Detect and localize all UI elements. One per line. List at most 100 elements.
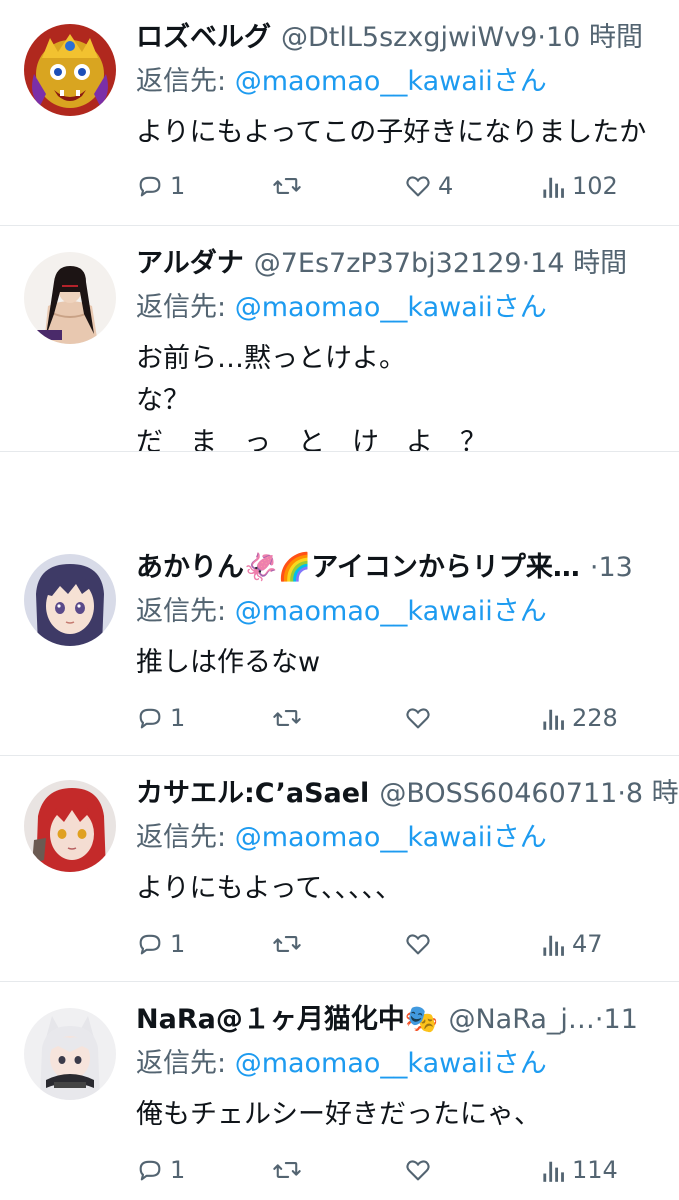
tweet-header: アルダナ @7Es7zP37bj32129·14 時間: [136, 244, 679, 284]
like-button[interactable]: [404, 698, 438, 738]
tweet[interactable]: あかりん🦑🌈アイコンからリプ来… ·13 返信先: @maomao__kawaii…: [0, 530, 679, 756]
reply-count: 1: [170, 704, 186, 732]
tweet-text: よりにもよって、、、、、: [136, 873, 402, 904]
reply-mention-link[interactable]: @maomao__kawaii: [235, 596, 493, 627]
reply-prefix: 返信先:: [136, 822, 235, 853]
action-bar: 1 47: [136, 924, 656, 964]
like-button[interactable]: [404, 924, 438, 964]
retweet-button[interactable]: [272, 924, 308, 964]
reply-count: 1: [170, 930, 186, 958]
display-name[interactable]: カサエル:C’aSael: [136, 778, 369, 809]
tweet-header: あかりん🦑🌈アイコンからリプ来… ·13: [136, 548, 679, 588]
timestamp[interactable]: 11: [604, 1004, 638, 1035]
reply-icon: [136, 930, 164, 958]
reply-button[interactable]: 1: [136, 698, 185, 738]
views-count: 47: [572, 930, 603, 958]
reply-mention-link[interactable]: @maomao__kawaii: [235, 1048, 493, 1079]
heart-icon: [404, 704, 432, 732]
reply-button[interactable]: 1: [136, 924, 185, 964]
action-bar: 1 4 102: [136, 166, 656, 206]
reply-button[interactable]: 1: [136, 166, 185, 206]
reply-icon: [136, 1156, 164, 1184]
separator-dot: ·: [537, 22, 546, 53]
reply-prefix: 返信先:: [136, 1048, 235, 1079]
reply-prefix: 返信先:: [136, 292, 235, 323]
user-handle[interactable]: @NaRa_j…: [448, 1004, 594, 1035]
reply-icon: [136, 704, 164, 732]
user-handle[interactable]: @BOSS60460711: [379, 778, 617, 809]
tweet-header: ロズベルグ @DtlL5szxgjwiWv9·10 時間: [136, 18, 679, 58]
display-name[interactable]: アルダナ: [136, 248, 244, 279]
heart-icon: [404, 172, 432, 200]
reply-count: 1: [170, 172, 186, 200]
retweet-icon: [272, 930, 302, 958]
action-bar: 1 228: [136, 698, 656, 738]
views-button[interactable]: 114: [542, 1150, 618, 1190]
action-bar: 1 114: [136, 1150, 656, 1190]
avatar[interactable]: [24, 24, 116, 116]
reply-context: 返信先: @maomao__kawaiiさん: [136, 62, 547, 102]
avatar[interactable]: [24, 1008, 116, 1100]
reply-context: 返信先: @maomao__kawaiiさん: [136, 1044, 547, 1084]
user-handle[interactable]: @7Es7zP37bj32129: [254, 248, 522, 279]
analytics-icon: [542, 1157, 566, 1183]
display-name[interactable]: NaRa@１ヶ月猫化中🎭: [136, 1004, 438, 1035]
like-button[interactable]: [404, 1150, 438, 1190]
tweet-text: 推しは作るなw: [136, 647, 321, 678]
retweet-button[interactable]: [272, 698, 308, 738]
analytics-icon: [542, 931, 566, 957]
retweet-button[interactable]: [272, 166, 308, 206]
tweet-text: よりにもよってこの子好きになりましたか: [136, 117, 647, 148]
separator-dot: ·: [617, 778, 626, 809]
display-name[interactable]: あかりん🦑🌈アイコンからリプ来…: [136, 552, 580, 583]
retweet-icon: [272, 1156, 302, 1184]
reply-count: 1: [170, 1156, 186, 1184]
timestamp[interactable]: 10 時間: [546, 22, 643, 53]
tweet[interactable]: NaRa@１ヶ月猫化中🎭 @NaRa_j…·11 返信先: @maomao__ka…: [0, 982, 679, 1200]
like-count: 4: [438, 172, 454, 200]
tweet[interactable]: アルダナ @7Es7zP37bj32129·14 時間 返信先: @maomao_…: [0, 226, 679, 452]
avatar[interactable]: [24, 252, 116, 344]
timestamp[interactable]: 13: [598, 552, 632, 583]
heart-icon: [404, 1156, 432, 1184]
views-count: 114: [572, 1156, 618, 1184]
timestamp[interactable]: 8 時: [626, 778, 679, 809]
separator-dot: ·: [594, 1004, 604, 1035]
like-button[interactable]: 4: [404, 166, 453, 206]
reply-mention-link[interactable]: @maomao__kawaii: [235, 292, 493, 323]
tweet-header: NaRa@１ヶ月猫化中🎭 @NaRa_j…·11: [136, 1000, 679, 1040]
reply-button[interactable]: 1: [136, 1150, 185, 1190]
reply-context: 返信先: @maomao__kawaiiさん: [136, 288, 547, 328]
reply-mention-link[interactable]: @maomao__kawaii: [235, 822, 493, 853]
separator-dot: ·: [521, 248, 531, 279]
reply-suffix: さん: [492, 596, 547, 627]
views-count: 228: [572, 704, 618, 732]
reply-prefix: 返信先:: [136, 66, 235, 97]
reply-suffix: さん: [492, 292, 547, 323]
analytics-icon: [542, 705, 566, 731]
reply-context: 返信先: @maomao__kawaiiさん: [136, 818, 547, 858]
heart-icon: [404, 930, 432, 958]
views-button[interactable]: 228: [542, 698, 618, 738]
retweet-icon: [272, 704, 302, 732]
display-name[interactable]: ロズベルグ: [136, 22, 271, 53]
tweet[interactable]: カサエル:C’aSael @BOSS60460711·8 時 返信先: @maom…: [0, 756, 679, 982]
tweet-text: お前ら…黙っとけよ。 な？ だ ま っ と け よ ？: [136, 343, 487, 452]
reply-prefix: 返信先:: [136, 596, 235, 627]
reply-suffix: さん: [492, 1048, 547, 1079]
tweet-header: カサエル:C’aSael @BOSS60460711·8 時: [136, 774, 679, 814]
reply-mention-link[interactable]: @maomao__kawaii: [235, 66, 493, 97]
views-button[interactable]: 47: [542, 924, 603, 964]
reply-context: 返信先: @maomao__kawaiiさん: [136, 592, 547, 632]
views-button[interactable]: 102: [542, 166, 618, 206]
retweet-button[interactable]: [272, 1150, 308, 1190]
reply-suffix: さん: [492, 822, 547, 853]
tweet-text: 俺もチェルシー好きだったにゃ、: [136, 1099, 541, 1130]
timestamp[interactable]: 14 時間: [530, 248, 627, 279]
user-handle[interactable]: @DtlL5szxgjwiWv9: [281, 22, 537, 53]
avatar[interactable]: [24, 780, 116, 872]
tweet[interactable]: ロズベルグ @DtlL5szxgjwiWv9·10 時間 返信先: @maomao…: [0, 0, 679, 226]
analytics-icon: [542, 173, 566, 199]
views-count: 102: [572, 172, 618, 200]
avatar[interactable]: [24, 554, 116, 646]
